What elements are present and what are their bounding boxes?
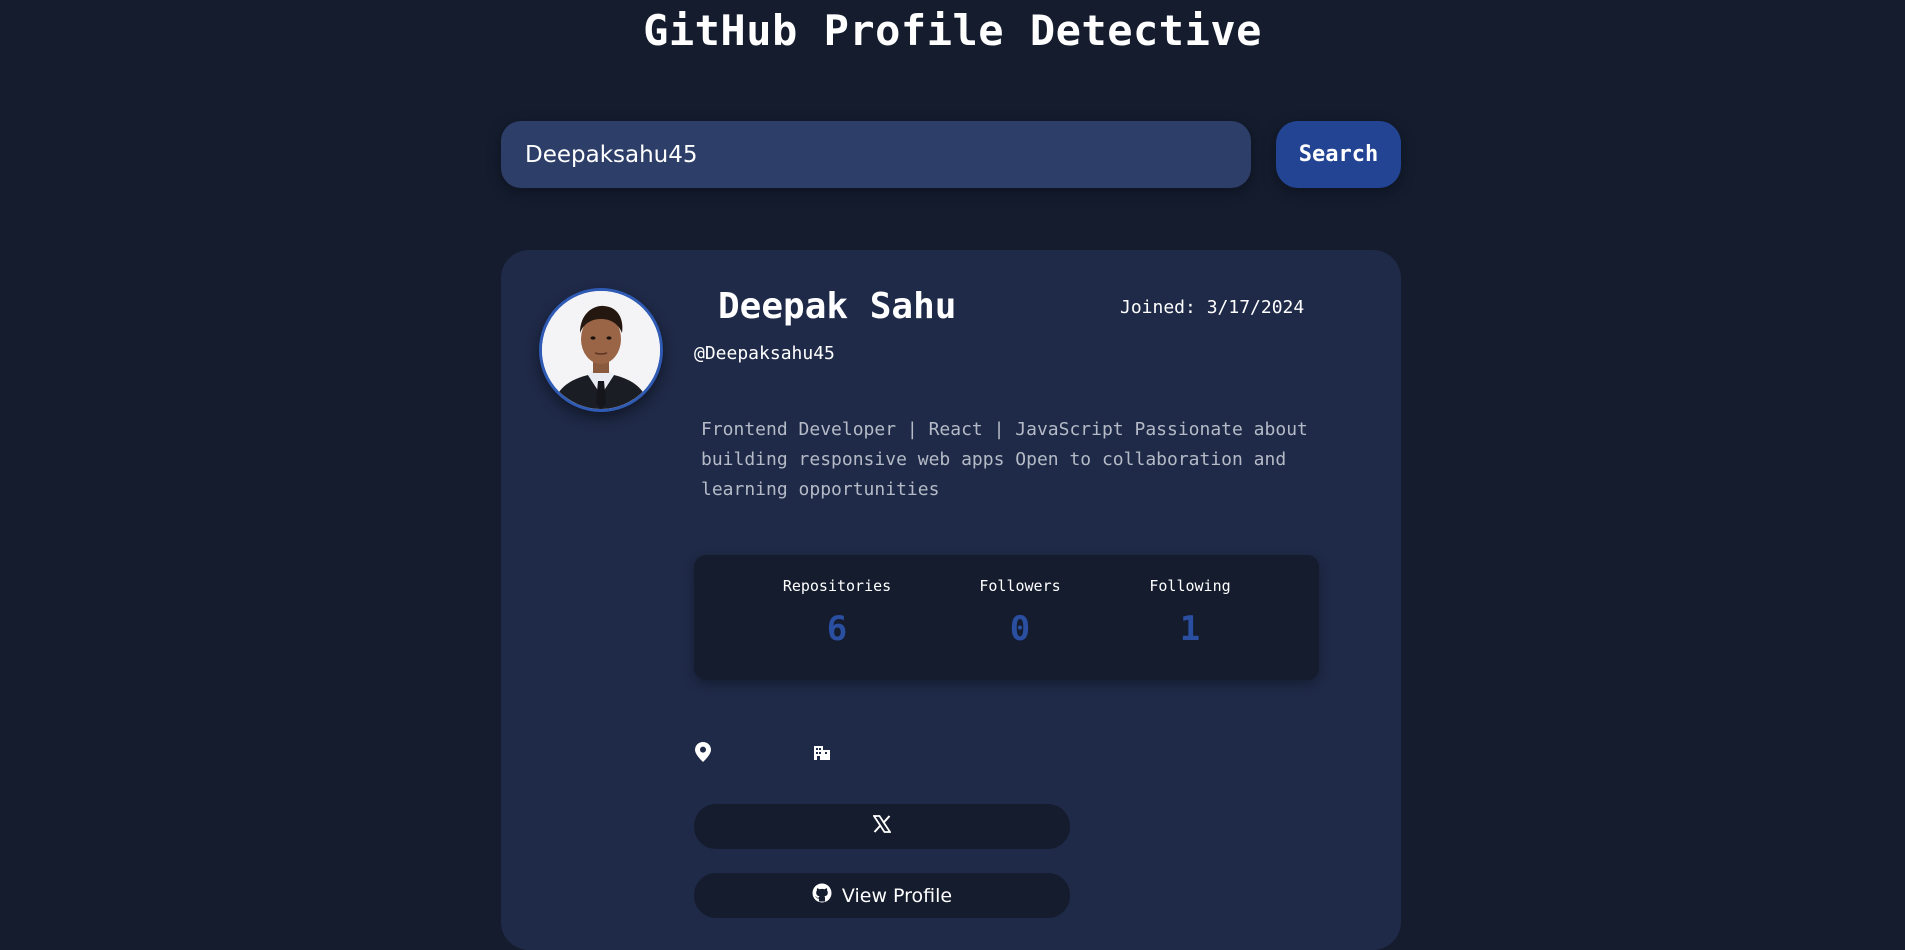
stat-followers: Followers 0 [940,577,1100,649]
stat-label: Following [1149,577,1231,595]
stat-value: 1 [1179,609,1201,649]
profile-username: @Deepaksahu45 [694,343,835,364]
github-icon [812,883,832,908]
stat-label: Followers [979,577,1061,595]
view-profile-button[interactable]: View Profile [694,873,1070,918]
joined-date: Joined: 3/17/2024 [1120,297,1305,318]
profile-card: Deepak Sahu Joined: 3/17/2024 @Deepaksah… [501,250,1401,950]
search-input[interactable] [501,121,1251,188]
stat-value: 6 [826,609,848,649]
building-icon [813,744,831,764]
map-pin-icon [695,742,711,766]
stat-label: Repositories [782,577,892,595]
stat-repositories: Repositories 6 [757,577,917,649]
avatar-photo [542,291,660,409]
twitter-link-button[interactable] [694,804,1070,849]
stats-box: Repositories 6 Followers 0 Following 1 [694,555,1319,680]
stat-value: 0 [1009,609,1031,649]
search-button[interactable]: Search [1276,121,1401,188]
x-logo-icon [872,815,892,838]
avatar [539,288,663,412]
page-title: GitHub Profile Detective [643,6,1262,55]
profile-bio: Frontend Developer | React | JavaScript … [701,419,1308,500]
stat-following: Following 1 [1110,577,1270,649]
profile-name: Deepak Sahu [718,286,957,327]
view-profile-label: View Profile [841,884,953,907]
